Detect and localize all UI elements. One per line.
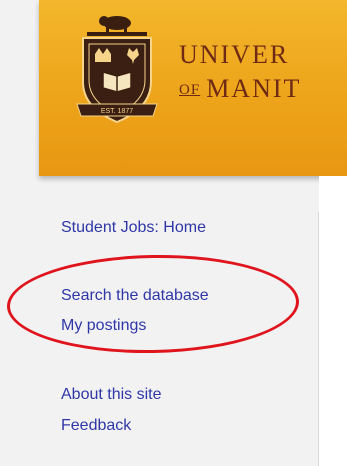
- nav-link-home[interactable]: Student Jobs: Home: [61, 218, 206, 238]
- nav-link-about[interactable]: About this site: [61, 385, 162, 405]
- university-name-line1: Univer: [179, 40, 290, 69]
- university-name-place: Manit: [206, 74, 302, 103]
- crest-year: EST. 1877: [101, 108, 133, 115]
- content-area: [319, 176, 347, 466]
- university-crest-icon[interactable]: EST. 1877: [69, 8, 165, 128]
- university-name[interactable]: Univer of Manit: [179, 40, 347, 105]
- university-name-of: of: [179, 82, 201, 98]
- column-divider: [318, 212, 319, 466]
- site-header: EST. 1877 Univer of Manit: [39, 0, 347, 176]
- page: EST. 1877 Univer of Manit Student Jobs: H…: [0, 0, 347, 466]
- nav-link-feedback[interactable]: Feedback: [61, 416, 131, 436]
- university-name-line2: of Manit: [179, 74, 347, 105]
